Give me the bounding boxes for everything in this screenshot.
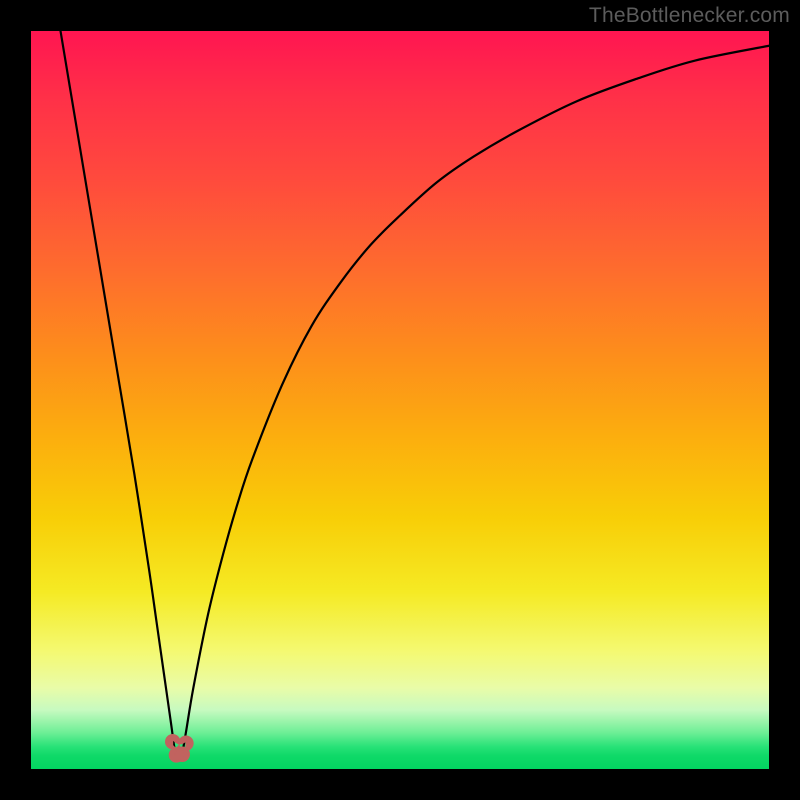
- chart-svg: [31, 31, 769, 769]
- watermark-text: TheBottleneсker.com: [589, 4, 790, 28]
- chart-frame: TheBottleneсker.com: [0, 0, 800, 800]
- bottleneck-curve: [61, 31, 769, 758]
- chart-plot-area: [31, 31, 769, 769]
- curve-marker: [166, 734, 194, 762]
